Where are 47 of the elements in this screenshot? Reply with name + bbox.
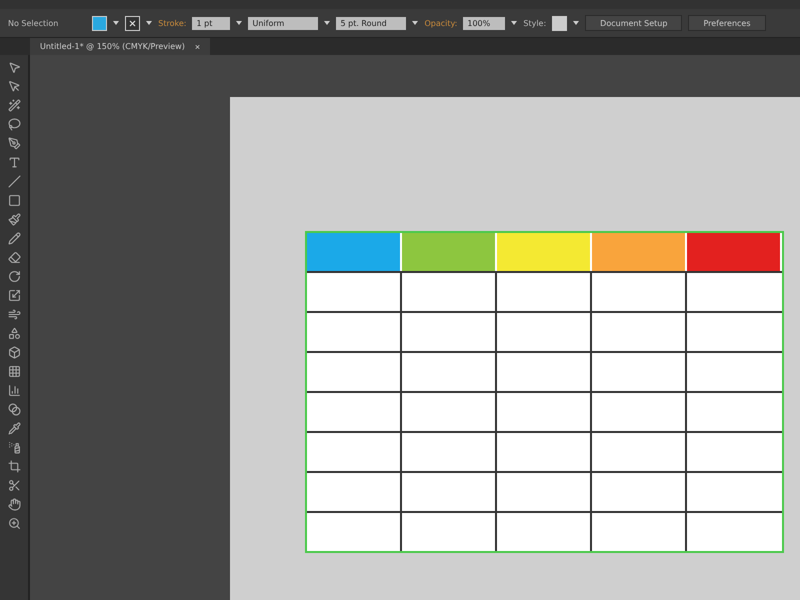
arrow-icon[interactable] bbox=[8, 80, 20, 93]
scale-icon[interactable] bbox=[8, 289, 20, 302]
type-icon[interactable] bbox=[8, 156, 20, 169]
caret-icon[interactable] bbox=[113, 21, 120, 25]
eraser-icon[interactable] bbox=[8, 251, 20, 264]
paintbrush-icon[interactable] bbox=[8, 213, 20, 226]
opacity-field[interactable]: 100% bbox=[463, 16, 506, 30]
crop-icon[interactable] bbox=[8, 460, 20, 473]
bar-graph-icon[interactable] bbox=[8, 384, 20, 397]
toolbar-button[interactable]: Document Setup bbox=[585, 15, 682, 31]
selection-label: No Selection bbox=[8, 18, 58, 28]
close-button[interactable]: × bbox=[194, 42, 200, 52]
hand-icon[interactable] bbox=[8, 498, 20, 511]
document-tab[interactable]: Untitled-1* @ 150% (CMYK/Preview) × bbox=[30, 38, 210, 55]
cube-icon[interactable] bbox=[8, 346, 20, 359]
mesh-icon[interactable] bbox=[8, 365, 20, 378]
stroke-swatch-icon[interactable] bbox=[125, 16, 140, 30]
caret-icon[interactable] bbox=[573, 21, 580, 25]
pen-icon[interactable] bbox=[8, 137, 20, 150]
stroke-profile-field[interactable]: Uniform bbox=[248, 16, 318, 30]
rectangle-icon[interactable] bbox=[8, 194, 20, 207]
blend-icon[interactable] bbox=[8, 403, 20, 416]
caret-icon[interactable] bbox=[324, 21, 330, 25]
scissors-icon[interactable] bbox=[8, 479, 20, 492]
line-icon[interactable] bbox=[8, 175, 20, 188]
stroke-weight-field[interactable]: 1 pt bbox=[192, 16, 230, 30]
document-title: Untitled-1* @ 150% (CMYK/Preview) bbox=[40, 42, 185, 51]
brush-field[interactable]: 5 pt. Round bbox=[336, 16, 406, 30]
eyedropper-icon[interactable] bbox=[8, 422, 20, 435]
style-label: Style: bbox=[523, 18, 546, 28]
caret-icon[interactable] bbox=[236, 21, 242, 25]
style-swatch[interactable] bbox=[552, 16, 568, 30]
caret-icon[interactable] bbox=[146, 21, 152, 25]
pencil-icon[interactable] bbox=[8, 232, 20, 245]
warp-icon[interactable] bbox=[8, 308, 20, 321]
opacity-label[interactable]: Opacity: bbox=[424, 18, 458, 28]
caret-icon[interactable] bbox=[511, 21, 518, 25]
fill-swatch[interactable] bbox=[92, 16, 108, 30]
magic-wand-icon[interactable] bbox=[8, 99, 20, 112]
shape-builder-icon[interactable] bbox=[8, 327, 20, 340]
selection-arrow-icon[interactable] bbox=[8, 61, 20, 74]
lasso-icon[interactable] bbox=[8, 118, 20, 131]
toolbar-button[interactable]: Preferences bbox=[688, 15, 766, 31]
zoom-icon[interactable] bbox=[8, 517, 20, 530]
caret-icon[interactable] bbox=[412, 21, 418, 25]
rotate-icon[interactable] bbox=[8, 270, 20, 283]
stroke-label[interactable]: Stroke: bbox=[158, 18, 186, 28]
